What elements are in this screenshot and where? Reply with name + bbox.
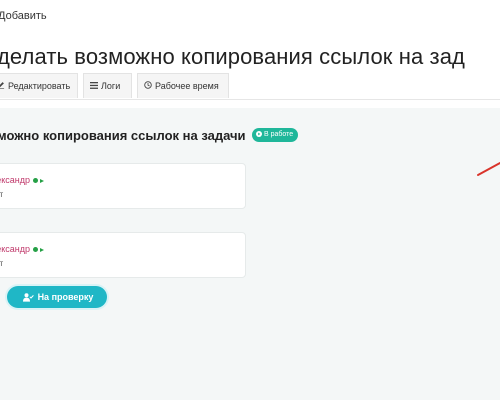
tab-edit[interactable]: Редактировать <box>0 73 78 98</box>
tab-logs[interactable]: Логи <box>83 73 132 98</box>
assignee-card: лександр ист <box>0 232 246 278</box>
assignee-name-text: лександр <box>0 244 31 254</box>
tab-work-time[interactable]: Рабочее время <box>137 73 229 98</box>
online-status-icon <box>33 178 39 184</box>
content-area: можно копирования ссылок на задачи В раб… <box>0 108 500 400</box>
assignee-name-text: лександр <box>0 175 31 185</box>
online-status-icon <box>33 247 39 253</box>
assignee-card: лександр ист <box>0 163 246 209</box>
assignee-name[interactable]: лександр <box>0 175 45 185</box>
add-link[interactable]: Добавить <box>0 10 47 22</box>
play-status-icon <box>40 178 45 183</box>
tab-work-time-label: Рабочее время <box>155 81 219 91</box>
page-title: делать возможно копирования ссылок на за… <box>0 44 465 69</box>
user-check-icon <box>22 293 34 302</box>
status-label: В работе <box>264 131 294 138</box>
send-to-review-button[interactable]: На проверку <box>7 286 107 308</box>
tab-bar: Редактировать Логи Рабочее время <box>0 73 500 100</box>
top-bar: Добавить <box>0 0 500 34</box>
tab-edit-label: Редактировать <box>8 81 71 91</box>
status-badge: В работе <box>252 128 299 142</box>
edit-icon <box>0 74 5 99</box>
send-to-review-label: На проверку <box>37 292 94 302</box>
assignee-name[interactable]: лександр <box>0 244 45 254</box>
assignee-role: ист <box>0 259 4 268</box>
clock-icon <box>144 74 152 99</box>
tab-logs-label: Логи <box>101 81 121 91</box>
task-title: можно копирования ссылок на задачи <box>0 128 246 143</box>
assignee-role: ист <box>0 190 4 199</box>
annotation-line <box>477 162 500 176</box>
play-status-icon <box>40 247 45 252</box>
play-icon <box>256 131 262 137</box>
list-icon <box>90 74 98 99</box>
